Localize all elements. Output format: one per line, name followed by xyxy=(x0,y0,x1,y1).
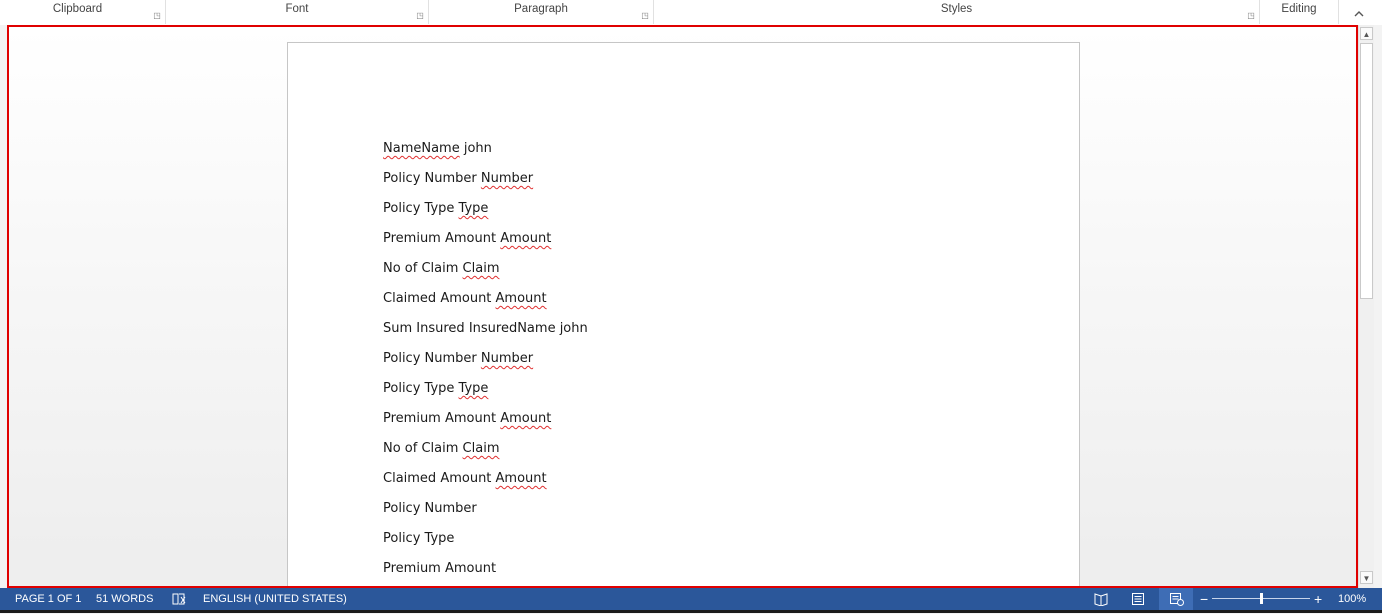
document-line[interactable]: Claimed Amount Amount xyxy=(383,469,588,499)
line-text: Premium Amount xyxy=(383,411,501,426)
document-line[interactable]: Claimed Amount Amount xyxy=(383,289,588,319)
ribbon-group-label: Paragraph xyxy=(514,3,568,15)
document-page[interactable]: NameName john Policy Number Number Policy … xyxy=(287,42,1080,586)
line-text: Policy Number xyxy=(383,171,481,186)
language-indicator[interactable]: ENGLISH (UNITED STATES) xyxy=(203,588,347,610)
dialog-launcher-icon[interactable]: ◳ xyxy=(641,12,649,20)
misspelled-word[interactable]: Claim xyxy=(463,261,500,276)
line-text: Policy Number xyxy=(383,501,477,516)
zoom-out-button[interactable]: − xyxy=(1200,588,1208,610)
line-text: Policy Type xyxy=(383,531,455,546)
line-text: Policy Number xyxy=(383,351,481,366)
document-line[interactable]: Policy Number Number xyxy=(383,349,588,379)
document-body[interactable]: NameName john Policy Number Number Policy … xyxy=(383,139,588,586)
page-count[interactable]: PAGE 1 OF 1 xyxy=(15,588,81,610)
line-text: Policy Type xyxy=(383,201,459,216)
misspelled-word[interactable]: Number xyxy=(481,351,533,366)
line-text: Premium Amount xyxy=(383,561,497,576)
document-line[interactable]: Policy Number Number xyxy=(383,169,588,199)
misspelled-word[interactable]: Amount xyxy=(496,471,547,486)
line-text: Premium Amount xyxy=(383,231,501,246)
misspelled-word[interactable]: Number xyxy=(481,171,533,186)
read-mode-icon[interactable] xyxy=(1094,592,1108,607)
ribbon-group-styles: Styles ◳ xyxy=(654,0,1259,24)
ribbon-group-label: Clipboard xyxy=(52,3,103,15)
document-line[interactable]: Premium Amount xyxy=(383,559,588,586)
document-line[interactable]: Premium Amount Amount xyxy=(383,229,588,259)
document-line[interactable]: Policy Type xyxy=(383,529,588,559)
document-line[interactable]: Premium Amount Amount xyxy=(383,409,588,439)
ribbon-group-label: Styles xyxy=(940,3,973,15)
misspelled-word[interactable]: Amount xyxy=(500,411,551,426)
line-text: john xyxy=(459,141,492,156)
document-line[interactable]: Policy Type Type xyxy=(383,379,588,409)
zoom-in-button[interactable]: + xyxy=(1314,588,1322,610)
misspelled-word[interactable]: Type xyxy=(459,381,489,396)
ribbon-divider xyxy=(1338,0,1339,24)
line-text: Claimed Amount xyxy=(383,291,496,306)
line-text: No of Claim xyxy=(383,441,463,456)
scrollbar-thumb[interactable] xyxy=(1360,43,1373,299)
dialog-launcher-icon[interactable]: ◳ xyxy=(1247,12,1255,20)
document-line[interactable]: Sum Insured InsuredName john xyxy=(383,319,588,349)
line-text: Sum Insured InsuredName john xyxy=(383,321,588,336)
zoom-slider-thumb[interactable] xyxy=(1259,593,1263,604)
document-canvas[interactable]: NameName john Policy Number Number Policy … xyxy=(7,25,1358,588)
line-text: Policy Type xyxy=(383,381,459,396)
ribbon-group-clipboard: Clipboard ◳ xyxy=(0,0,165,24)
document-line[interactable]: No of Claim Claim xyxy=(383,439,588,469)
document-line[interactable]: Policy Number xyxy=(383,499,588,529)
document-line[interactable]: Policy Type Type xyxy=(383,199,588,229)
line-text: Claimed Amount xyxy=(383,471,496,486)
print-layout-icon[interactable] xyxy=(1131,592,1145,606)
misspelled-word[interactable]: Amount xyxy=(496,291,547,306)
document-line[interactable]: NameName john xyxy=(383,139,588,169)
zoom-level[interactable]: 100% xyxy=(1338,588,1366,610)
scroll-up-arrow-icon[interactable]: ▲ xyxy=(1360,27,1373,40)
vertical-scrollbar[interactable]: ▲ ▼ xyxy=(1358,25,1374,588)
ribbon-group-label: Editing xyxy=(1281,3,1317,15)
misspelled-word[interactable]: Type xyxy=(459,201,489,216)
ribbon-group-label: Font xyxy=(285,3,309,15)
misspelled-word[interactable]: Amount xyxy=(500,231,551,246)
misspelled-word[interactable]: NameName xyxy=(383,141,460,156)
word-count[interactable]: 51 WORDS xyxy=(96,588,153,610)
status-bar: PAGE 1 OF 1 51 WORDS ENGLISH (UNITED STA… xyxy=(0,588,1382,610)
ribbon-group-font: Font ◳ xyxy=(166,0,428,24)
proofing-book-icon[interactable] xyxy=(172,592,186,606)
dialog-launcher-icon[interactable]: ◳ xyxy=(416,12,424,20)
web-layout-icon[interactable] xyxy=(1169,592,1184,606)
ribbon-group-paragraph: Paragraph ◳ xyxy=(429,0,653,24)
misspelled-word[interactable]: Claim xyxy=(463,441,500,456)
dialog-launcher-icon[interactable]: ◳ xyxy=(153,12,161,20)
scroll-down-arrow-icon[interactable]: ▼ xyxy=(1360,571,1373,584)
ribbon-group-labels: Clipboard ◳ Font ◳ Paragraph ◳ Styles ◳ … xyxy=(0,0,1382,25)
ribbon-group-editing: Editing xyxy=(1260,0,1338,24)
line-text: No of Claim xyxy=(383,261,463,276)
chevron-up-icon[interactable] xyxy=(1352,8,1366,22)
document-line[interactable]: No of Claim Claim xyxy=(383,259,588,289)
